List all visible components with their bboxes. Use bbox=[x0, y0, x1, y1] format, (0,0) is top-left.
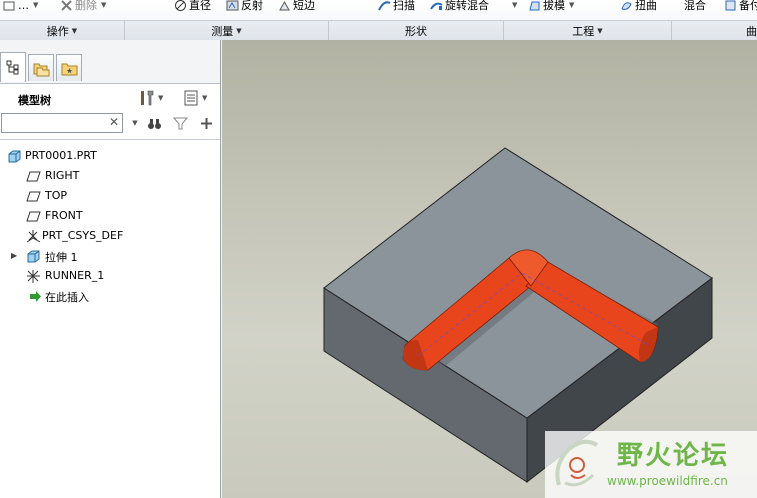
watermark: 野火论坛 www.proewildfire.cn bbox=[545, 431, 757, 498]
graphics-viewport[interactable]: 野火论坛 www.proewildfire.cn bbox=[222, 40, 757, 498]
model-tree-header: 模型树 ▼ ▼ bbox=[0, 84, 220, 112]
delete-x-icon bbox=[60, 0, 73, 12]
insert-here-icon bbox=[27, 288, 43, 304]
caret-down-icon: ▼ bbox=[597, 26, 603, 35]
favorites-icon bbox=[61, 63, 77, 75]
reflect-button[interactable]: 反射 bbox=[226, 0, 263, 13]
model-3d-view bbox=[323, 147, 713, 484]
sweep-button[interactable]: 扫描 bbox=[378, 0, 415, 13]
backup-icon bbox=[724, 0, 737, 12]
group-engineering[interactable]: 工程 ▼ bbox=[504, 21, 672, 40]
dropdown-arrow-icon[interactable]: ▼ bbox=[202, 94, 207, 102]
draft-button[interactable]: 拔模 ▼ bbox=[528, 0, 574, 13]
tree-search-input[interactable] bbox=[1, 113, 123, 133]
ribbon-group-bar: 操作 ▼ 测量 ▼ 形状 工程 ▼ 曲 bbox=[0, 20, 757, 40]
datum-plane-icon bbox=[25, 188, 41, 204]
swept-blend-icon bbox=[430, 0, 443, 12]
dropdown-arrow-icon[interactable]: ▼ bbox=[33, 1, 38, 9]
caret-down-icon: ▼ bbox=[71, 26, 78, 35]
draft-icon bbox=[528, 0, 541, 12]
group-surface[interactable]: 曲 bbox=[672, 21, 757, 40]
navigator-tab-strip bbox=[0, 40, 220, 84]
group-shape[interactable]: 形状 bbox=[329, 21, 504, 40]
twist-icon bbox=[620, 0, 633, 12]
forum-logo-icon bbox=[555, 439, 599, 487]
swept-blend-button[interactable]: 旋转混合 bbox=[430, 0, 489, 13]
expand-arrow-icon[interactable]: ▶ bbox=[11, 251, 19, 261]
watermark-url: www.proewildfire.cn bbox=[607, 474, 728, 488]
csys-icon bbox=[25, 228, 41, 244]
caret-down-icon: ▼ bbox=[236, 26, 242, 35]
diameter-button[interactable]: 直径 bbox=[174, 0, 211, 13]
short-edge-icon bbox=[278, 0, 291, 12]
dropdown-arrow-icon[interactable]: ▼ bbox=[512, 1, 517, 9]
navigator-panel: 模型树 ▼ ▼ ✕ ▼ PRT0001.PRT RIGHT TOP FRONT … bbox=[0, 40, 221, 498]
datum-plane-icon bbox=[25, 208, 41, 224]
ribbon-tool-edit[interactable]: … ▼ bbox=[3, 0, 38, 13]
twist-button[interactable]: 扭曲 bbox=[620, 0, 657, 13]
group-operations[interactable]: 操作 ▼ bbox=[0, 21, 125, 40]
sweep-icon bbox=[378, 0, 391, 12]
tree-show-button[interactable]: ▼ bbox=[182, 88, 207, 108]
dropdown-arrow-icon[interactable]: ▼ bbox=[158, 94, 163, 102]
extrude-icon bbox=[25, 248, 41, 264]
favorites-tab[interactable] bbox=[56, 54, 82, 81]
find-binoculars-icon[interactable] bbox=[146, 115, 162, 131]
tree-settings-button[interactable]: ▼ bbox=[138, 88, 163, 108]
filter-icon[interactable] bbox=[172, 115, 188, 131]
divider bbox=[0, 139, 220, 140]
model-tree-tab[interactable] bbox=[0, 52, 26, 82]
datum-plane-icon bbox=[25, 168, 41, 184]
edit-icon bbox=[3, 0, 16, 12]
ribbon-dropdown[interactable]: ▼ bbox=[510, 0, 517, 13]
dropdown-arrow-icon[interactable]: ▼ bbox=[101, 1, 106, 9]
add-column-icon[interactable] bbox=[198, 115, 214, 131]
group-measure[interactable]: 测量 ▼ bbox=[125, 21, 329, 40]
short-edge-button[interactable]: 短边 bbox=[278, 0, 315, 13]
reflect-icon bbox=[226, 0, 239, 12]
blend-button[interactable]: 混合 bbox=[684, 0, 706, 13]
dropdown-arrow-icon[interactable]: ▼ bbox=[569, 1, 574, 9]
model-tree-title: 模型树 bbox=[18, 94, 51, 107]
diameter-icon bbox=[174, 0, 187, 12]
folder-browser-icon bbox=[33, 63, 49, 76]
part-icon bbox=[6, 148, 22, 164]
model-tree-icon bbox=[6, 60, 18, 75]
backup-button[interactable]: 备付 bbox=[724, 0, 757, 13]
delete-button[interactable]: 删除 ▼ bbox=[60, 0, 106, 13]
ribbon: … ▼ 删除 ▼ 直径 反射 短边 扫描 旋转混合 ▼ 拔模 ▼ 扭曲 混合 备… bbox=[0, 0, 757, 40]
tree-search-row: ✕ ▼ bbox=[0, 112, 220, 136]
clear-search-icon[interactable]: ✕ bbox=[108, 115, 120, 129]
search-dropdown-icon[interactable]: ▼ bbox=[127, 115, 143, 131]
show-list-icon bbox=[184, 90, 198, 106]
tools-icon bbox=[141, 90, 154, 106]
runner-icon bbox=[25, 268, 41, 284]
folder-browser-tab[interactable] bbox=[28, 54, 54, 81]
watermark-title: 野火论坛 bbox=[617, 441, 730, 471]
